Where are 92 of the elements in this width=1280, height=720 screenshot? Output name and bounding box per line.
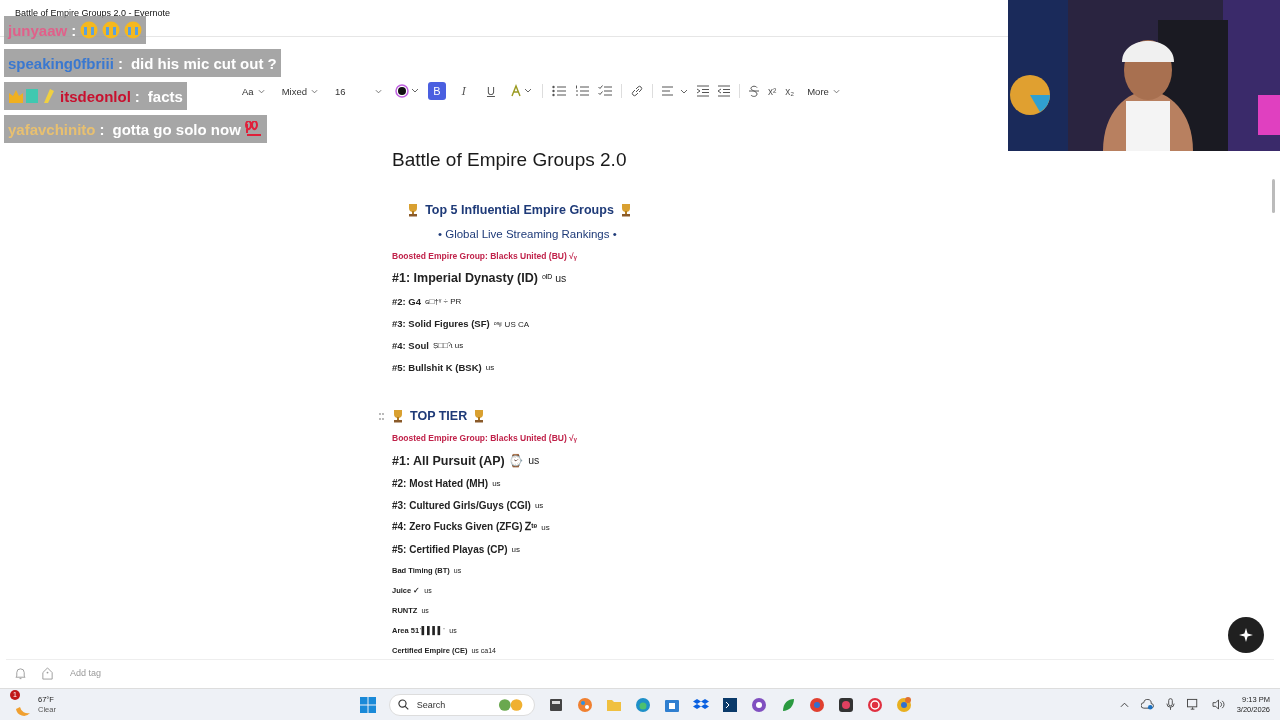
outdent-icon[interactable] — [717, 85, 730, 97]
toolbar-dropdown[interactable]: Mixed — [277, 83, 322, 99]
trophy-icon — [407, 203, 420, 217]
link-icon[interactable] — [630, 85, 643, 97]
ai-assistant-button[interactable] — [1228, 617, 1264, 653]
flag-text: Ṣ□□ˀɩ us — [432, 340, 464, 350]
chat-app-icon[interactable] — [751, 696, 767, 713]
highlight-icon[interactable] — [508, 84, 533, 98]
search-icon[interactable] — [398, 699, 409, 710]
chat-text: gotta go solo now — [112, 120, 241, 138]
script-button[interactable]: x² — [767, 85, 777, 97]
crying-emote-icon — [80, 21, 99, 39]
cloud-icon[interactable] — [1140, 699, 1154, 710]
chat-username: speaking0fbriii — [8, 54, 114, 72]
browser-icon[interactable] — [896, 696, 912, 713]
chat-colon: : — [71, 21, 77, 39]
bullet-list-icon[interactable] — [551, 85, 566, 97]
note-title: Battle of Empire Groups 2.0 — [392, 149, 627, 171]
terminal-icon[interactable] — [722, 696, 738, 713]
note-line: #5: Certified Playas (CP) — [392, 543, 508, 555]
chat-text: facts — [147, 87, 183, 105]
note-line: #4: Zero Fucks Given (ZFG) Ꮓᵗᵉ — [392, 521, 538, 533]
chat-colon: : — [134, 87, 140, 105]
note-line: • Global Live Streaming Rankings • — [438, 228, 617, 240]
browser-icon[interactable] — [635, 696, 651, 713]
section-heading: TOP TIER — [410, 409, 468, 423]
note-line: #2: G4 — [392, 295, 422, 307]
badge-icons-drawing — [8, 87, 56, 105]
flag-text: us — [541, 522, 550, 532]
note-line: Boosted Empire Group: Blacks United (BU) √ᵧ — [392, 251, 577, 261]
toolbar-dropdown[interactable]: 16 — [330, 83, 386, 99]
note-line: #1: Imperial Dynasty (ID) — [392, 271, 538, 285]
checklist-icon[interactable] — [597, 85, 612, 97]
trophy-icon — [473, 409, 486, 423]
flag-text: ɢ□†ᵞ ÷ PR — [425, 296, 462, 306]
flag-text: us — [528, 454, 540, 466]
search-bar[interactable]: Search — [389, 693, 535, 716]
section-heading: Top 5 Influential Empire Groups — [425, 203, 614, 217]
note-line: Boosted Empire Group: Blacks United (BU) √ᵧ — [392, 433, 577, 443]
crying-emote-icon — [102, 21, 121, 39]
note-line: #2: Most Hated (MH) — [392, 477, 489, 489]
caret-icon — [310, 88, 318, 94]
flag-text: us — [511, 544, 521, 554]
paint-icon[interactable] — [577, 696, 593, 713]
flag-text: us — [485, 362, 495, 372]
note-line: #3: Cultured Girls/Guys (CGI) — [392, 499, 531, 511]
caret-icon — [832, 88, 840, 94]
chevron-up-icon[interactable] — [1119, 701, 1129, 708]
note-line: #5: Bullshit K (BSK) — [392, 361, 482, 373]
chat-colon: : — [117, 54, 123, 72]
align-icon[interactable] — [661, 85, 688, 97]
note-line: #1: All Pursuit (AP) ⌚ — [392, 452, 525, 468]
format-button[interactable]: I — [454, 82, 473, 100]
color-picker-icon[interactable] — [394, 84, 419, 98]
caret-icon — [374, 88, 382, 94]
flag-text: ᵒᴵᴰ us — [541, 272, 567, 284]
format-button[interactable]: B — [427, 82, 446, 100]
network-icon[interactable] — [1186, 698, 1200, 711]
chat-colon: : — [99, 120, 105, 138]
app-icon[interactable] — [548, 696, 564, 713]
numbered-list-icon[interactable] — [574, 85, 589, 97]
chat-username: itsdeonlol — [60, 87, 131, 105]
note-line: #4: Soul — [392, 339, 429, 351]
leaf-icon[interactable] — [780, 696, 796, 713]
chat-username: yafavchinito — [8, 120, 96, 138]
indent-icon[interactable] — [696, 85, 709, 97]
flag-text: ᵒˢꜰ US CA — [493, 318, 530, 329]
record-icon[interactable] — [867, 696, 883, 713]
more-dropdown[interactable]: More — [803, 83, 844, 99]
toolbar-dropdown[interactable]: Aa — [238, 83, 269, 99]
search-field[interactable]: Search — [414, 698, 491, 711]
reminder-icon[interactable] — [14, 666, 27, 680]
flag-text: us — [534, 500, 544, 510]
app-icon[interactable] — [838, 696, 854, 713]
chat-text: did his mic cut out ? — [130, 54, 277, 72]
format-button[interactable]: U — [481, 82, 500, 100]
caret-icon — [257, 88, 265, 94]
strikethrough-icon[interactable] — [748, 85, 759, 97]
trophy-icon — [619, 203, 632, 217]
sparkle-icon — [1239, 628, 1253, 642]
note-line: #3: Solid Figures (SF) — [392, 317, 490, 329]
chat-username: junyaaw — [8, 21, 68, 39]
browser-icon[interactable] — [809, 696, 825, 713]
drag-handle-icon[interactable] — [379, 413, 384, 420]
hundred-emote-icon — [244, 121, 263, 137]
trophy-icon — [392, 409, 404, 423]
crying-emote-icon — [124, 21, 143, 39]
volume-icon[interactable] — [1211, 699, 1225, 710]
flag-text: us — [492, 478, 501, 488]
microphone-icon[interactable] — [1165, 698, 1175, 711]
script-button[interactable]: x₂ — [785, 85, 795, 97]
start-icon[interactable] — [360, 696, 376, 713]
